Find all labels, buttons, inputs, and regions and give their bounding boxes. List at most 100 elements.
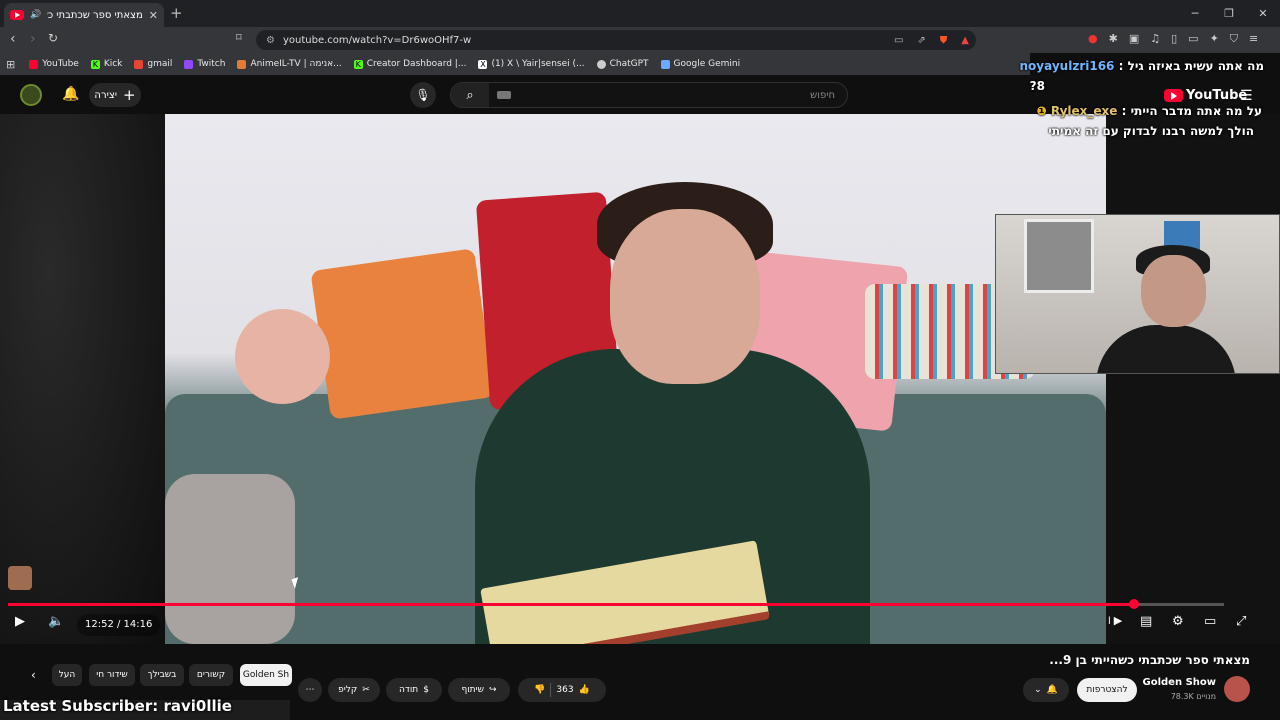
search-input[interactable]: חיפוש <box>511 90 847 101</box>
time-display: 12:52 / 14:16 <box>77 614 161 636</box>
chips-scroll-left-icon[interactable]: ‹ <box>31 668 36 682</box>
bookmark-chatgpt[interactable]: ChatGPT <box>596 59 649 69</box>
bookmark-gemini[interactable]: Google Gemini <box>660 59 740 69</box>
youtube-icon <box>29 59 39 69</box>
channel-avatar[interactable] <box>1224 676 1250 702</box>
chip-uploaded[interactable]: העל <box>52 664 82 686</box>
progress-scrubber[interactable] <box>1129 599 1140 609</box>
chevron-down-icon: ⌄ <box>1034 685 1042 695</box>
chatgpt-icon <box>596 59 606 69</box>
bookmark-gmail[interactable]: gmail <box>134 59 172 69</box>
media-icon[interactable]: ♫ <box>1150 32 1160 46</box>
autoplay-toggle[interactable]: ⏽▶ <box>1105 614 1122 628</box>
subtitles-icon[interactable]: ▤ <box>1140 614 1152 629</box>
new-tab-icon[interactable]: + <box>170 4 183 22</box>
ai-icon[interactable]: ✦ <box>1210 32 1219 46</box>
bookmark-youtube[interactable]: YouTube <box>29 59 79 69</box>
subscribe-button[interactable]: להצטרפות <box>1077 678 1137 702</box>
divider <box>550 683 552 697</box>
bookmark-animeil[interactable]: AnimeIL-TV | אנימה... <box>237 59 342 69</box>
chat-line: על מה אתה מדבר הייתי : Rylex_exe ❶ <box>1036 104 1262 118</box>
apps-icon[interactable]: ⊞ <box>6 58 15 71</box>
animeil-icon <box>237 59 247 69</box>
chat-line: 8? <box>1029 79 1045 93</box>
minimize-icon[interactable]: ─ <box>1178 0 1212 27</box>
like-icon[interactable]: 👍 <box>579 685 590 695</box>
notifications-pill[interactable]: ⌄ 🔔 <box>1023 678 1069 702</box>
plus-icon: + <box>123 86 136 104</box>
settings-gear-icon[interactable]: ⚙ <box>1172 614 1184 629</box>
site-info-icon[interactable]: ⚙ <box>266 35 275 46</box>
thanks-button[interactable]: תודה $ <box>386 678 442 702</box>
video-knot-pillow <box>235 309 330 404</box>
search-box[interactable]: ⌕ חיפוש <box>450 82 848 108</box>
speaker-icon[interactable]: 🔊 <box>30 10 41 20</box>
create-button[interactable]: יצירה + <box>89 83 141 107</box>
chat-line: הולך למשה רבנו לבדוק עם זה אמיתי <box>1048 124 1254 138</box>
bookmark-creator-dashboard[interactable]: K Creator Dashboard |... <box>353 59 466 69</box>
address-bar-row: ‹ › ↻ ⌑ ⚙ youtube.com/watch?v=Dr6woOHf7-… <box>0 27 1280 53</box>
voice-search-icon[interactable]: 🎙 <box>410 82 436 108</box>
youtube-logo[interactable]: YouTube <box>1164 88 1247 103</box>
like-dislike-group: 👎 363 👍 <box>518 678 606 702</box>
webcam-streamer-body <box>1096 325 1236 373</box>
video-frame[interactable] <box>165 114 1106 644</box>
bookmark-kick[interactable]: K Kick <box>90 59 122 69</box>
theater-mode-icon[interactable]: ▭ <box>1204 614 1216 629</box>
reload-icon[interactable]: ↻ <box>48 31 58 45</box>
back-icon[interactable]: ‹ <box>10 31 16 47</box>
notifications-bell-icon[interactable]: 🔔 <box>62 86 79 102</box>
chip-channel[interactable]: Golden Sh <box>240 664 292 686</box>
like-count[interactable]: 363 <box>556 685 573 695</box>
record-icon[interactable]: ● <box>1088 32 1098 46</box>
search-button[interactable]: ⌕ <box>451 83 489 107</box>
browser-tab[interactable]: 🔊 מצאתי ספר שכתבתי כשהייתי ✕ <box>4 3 164 27</box>
play-icon[interactable]: ▶ <box>15 614 25 629</box>
volume-icon[interactable]: 🔈 <box>48 614 64 629</box>
chip-live[interactable]: שידור חי <box>89 664 135 686</box>
channel-name[interactable]: Golden Show <box>1143 677 1216 688</box>
subscriber-count: 78.3K מנויים <box>1170 692 1216 701</box>
bookmark-x[interactable]: X (1) X \ Yair|sensei (... <box>478 59 585 69</box>
bookmark-twitch[interactable]: Twitch <box>184 59 225 69</box>
url-field[interactable]: ⚙ youtube.com/watch?v=Dr6woOHf7-w ▭ ⇗ ⛊ … <box>256 30 976 50</box>
kick-icon: K <box>353 59 363 69</box>
bookmark-icon[interactable]: ⌑ <box>236 31 242 44</box>
video-player[interactable]: ▶ 🔈 12:52 / 14:16 ⏽▶ ▤ ⚙ ▭ ⤢ <box>0 114 1280 644</box>
chip-related[interactable]: קשורים <box>189 664 233 686</box>
tab-title: מצאתי ספר שכתבתי כשהייתי <box>47 9 143 21</box>
menu-icon[interactable]: ≡ <box>1249 32 1258 46</box>
keyboard-icon[interactable] <box>497 91 511 99</box>
gemini-icon <box>660 59 670 69</box>
extensions-icon[interactable]: ✱ <box>1109 32 1118 46</box>
clip-button[interactable]: קליפ ✂ <box>328 678 380 702</box>
webcam-streamer-face <box>1141 255 1206 327</box>
streamer-mini-avatar <box>8 566 32 590</box>
chat-line: מה אתה עשית באיזה גיל : noyayulzri166 <box>1019 59 1264 73</box>
screenshot-icon[interactable]: ▣ <box>1129 32 1139 46</box>
hamburger-menu-icon[interactable]: ☰ <box>1240 88 1253 104</box>
create-label: יצירה <box>94 89 117 101</box>
close-tab-icon[interactable]: ✕ <box>149 9 158 22</box>
forward-icon[interactable]: › <box>30 31 36 47</box>
brave-shield-icon[interactable]: ⛊ <box>940 35 948 46</box>
chip-for-you[interactable]: בשבילך <box>140 664 184 686</box>
wallet-icon[interactable]: ▭ <box>1188 32 1198 46</box>
close-window-icon[interactable]: ✕ <box>1246 0 1280 27</box>
account-avatar[interactable] <box>20 84 42 106</box>
share-page-icon[interactable]: ⇗ <box>917 35 925 46</box>
fullscreen-icon[interactable]: ⤢ <box>1236 614 1246 629</box>
webcam-overlay <box>995 214 1280 374</box>
share-button[interactable]: שיתוף ↪ <box>448 678 510 702</box>
rewards-icon[interactable]: ▲ <box>961 35 969 46</box>
vpn-icon[interactable]: ⛉ <box>1230 32 1238 46</box>
chat-username: Rylex_exe <box>1050 104 1118 118</box>
super-thanks-icon: $ <box>423 685 429 695</box>
dislike-icon[interactable]: 👎 <box>534 685 545 695</box>
progress-bar[interactable] <box>8 599 1224 609</box>
restore-icon[interactable]: ❐ <box>1212 0 1246 27</box>
sidebar-icon[interactable]: ▯ <box>1171 32 1177 46</box>
more-actions-button[interactable]: ⋯ <box>298 678 322 702</box>
video-title: מצאתי ספר שכתבתי כשהייתי בן 9... <box>1049 653 1250 667</box>
cast-icon[interactable]: ▭ <box>894 35 903 46</box>
